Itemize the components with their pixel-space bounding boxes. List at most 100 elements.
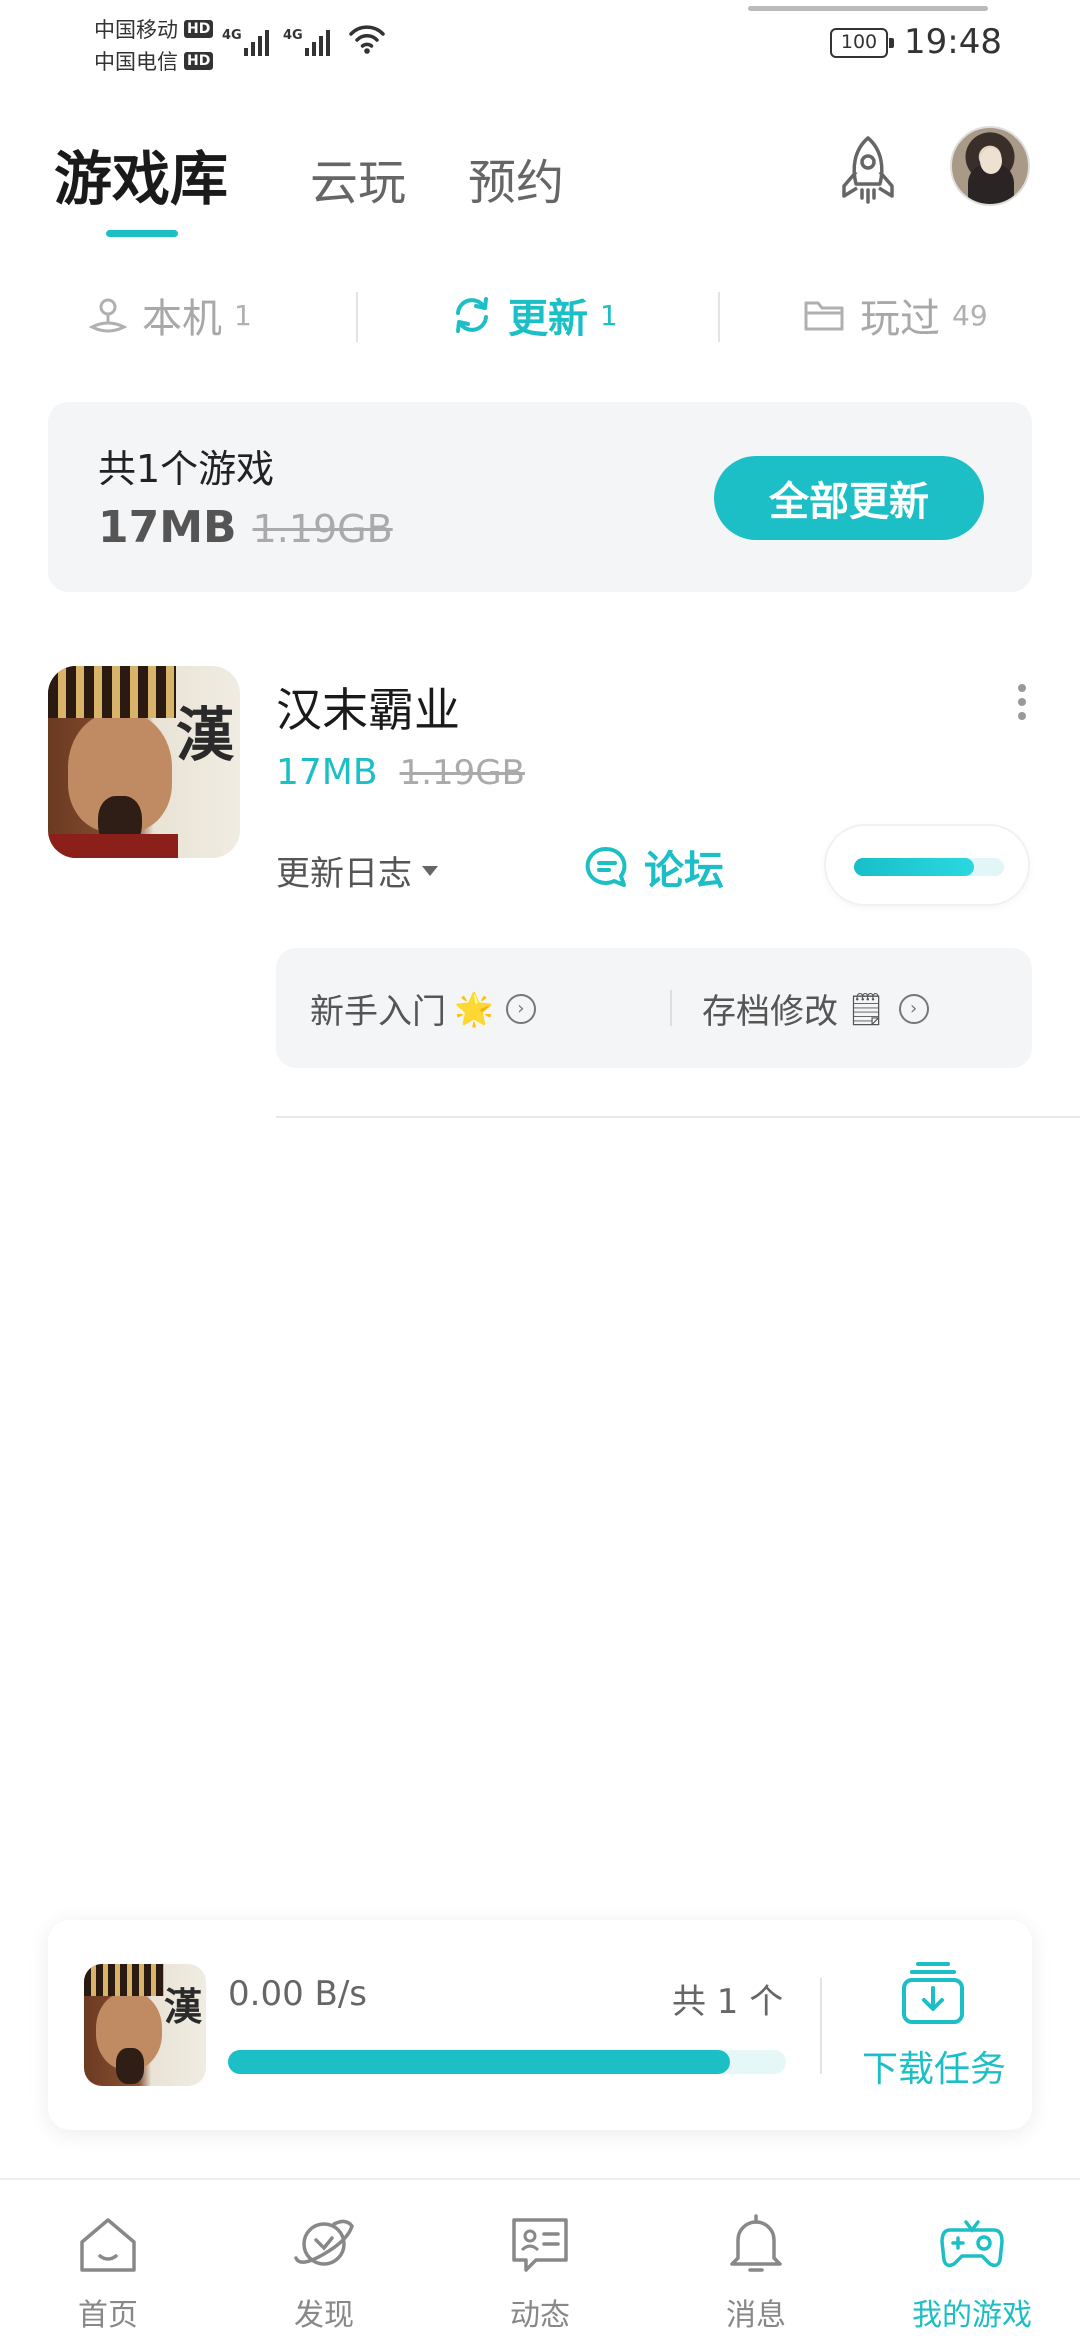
update-progress-fill (854, 858, 974, 876)
game-icon[interactable]: 漢 (48, 666, 240, 858)
wifi-icon (349, 25, 385, 54)
subtab-divider (718, 292, 720, 342)
battery-icon: 100 (830, 28, 894, 58)
game-patch-size: 17MB (276, 752, 378, 793)
signal-icon-1: 4G (222, 28, 269, 56)
guide-beginner[interactable]: 新手入门 🌟 › (310, 984, 536, 1033)
download-progress-track (228, 2050, 786, 2074)
summary-title: 共1个游戏 (98, 447, 275, 491)
game-original-size: 1.19GB (399, 753, 525, 793)
carrier-1-name: 中国移动 (94, 18, 178, 42)
gamepad-icon (940, 2220, 1004, 2268)
subtab-played[interactable]: 玩过 49 (802, 280, 988, 350)
update-all-button[interactable]: 全部更新 (714, 456, 984, 540)
tab-cloud-play[interactable]: 云玩 (310, 143, 406, 213)
summary-original-size: 1.19GB (252, 507, 393, 551)
changelog-toggle[interactable]: 更新日志 (276, 846, 438, 895)
subtab-played-label: 玩过 (860, 296, 940, 342)
subtab-played-count: 49 (952, 298, 988, 332)
gesture-bar (748, 6, 988, 11)
avatar-face (980, 148, 1002, 174)
subtab-local-label: 本机 (142, 296, 222, 342)
guide-save-edit[interactable]: 存档修改 🗒 › (702, 984, 929, 1033)
chevron-right-circle-icon: › (505, 993, 536, 1024)
subtab-divider (356, 292, 358, 342)
download-tasks-label: 下载任务 (861, 2049, 1006, 2090)
bottom-nav: 首页 发现 动态 消息 我的游戏 (0, 2178, 1080, 2340)
guide-beginner-label: 新手入门 (310, 992, 446, 1032)
hd-badge-2: HD (184, 52, 214, 70)
status-bar: 中国移动 HD 中国电信 HD 4G 4G 100 19:48 (0, 0, 1080, 90)
download-tray-icon (902, 1962, 964, 2024)
tab-reservation[interactable]: 预约 (468, 143, 564, 213)
game-icon-crown (48, 666, 176, 718)
top-tabs: 游戏库 云玩 预约 (54, 132, 626, 216)
nav-feed[interactable]: 动态 (450, 2180, 630, 2340)
download-divider (820, 1978, 822, 2074)
feed-icon (512, 2218, 568, 2272)
nav-my-games[interactable]: 我的游戏 (882, 2180, 1062, 2340)
summary-size: 17MB 1.19GB (98, 502, 393, 553)
download-tasks-button[interactable]: 下载任务 (854, 1958, 1014, 2098)
clock: 19:48 (904, 22, 1002, 62)
dl-icon-beard (116, 2048, 144, 2084)
more-options-icon[interactable] (1010, 684, 1034, 724)
forum-label: 论坛 (644, 848, 724, 894)
subtab-local[interactable]: 本机 1 (88, 280, 252, 350)
forum-chat-icon (585, 846, 627, 887)
nav-discover[interactable]: 发现 (234, 2180, 414, 2340)
battery-level: 100 (840, 31, 878, 53)
tab-game-library[interactable]: 游戏库 (54, 132, 228, 216)
dl-icon-crown (84, 1964, 164, 1996)
rocket-icon[interactable] (830, 132, 906, 208)
list-divider (276, 1116, 1080, 1118)
dl-icon-glyph: 漢 (164, 1984, 203, 2029)
nav-home-label: 首页 (78, 2298, 138, 2333)
home-icon (80, 2218, 136, 2272)
subtab-local-count: 1 (234, 298, 252, 332)
caret-down-icon (422, 865, 438, 876)
subtab-update[interactable]: 更新 1 (450, 280, 618, 350)
changelog-label: 更新日志 (276, 854, 412, 894)
network-tag-1: 4G (222, 28, 242, 43)
nav-home[interactable]: 首页 (18, 2180, 198, 2340)
carrier-2: 中国电信 HD (94, 46, 214, 76)
summary-patch-size: 17MB (98, 502, 237, 553)
carrier-1: 中国移动 HD (94, 14, 214, 44)
sub-tabs: 本机 1 更新 1 玩过 49 (0, 280, 1080, 350)
hd-badge-1: HD (184, 20, 214, 38)
game-title[interactable]: 汉末霸业 (276, 674, 460, 740)
update-progress-button[interactable] (824, 824, 1030, 906)
nav-feed-label: 动态 (510, 2298, 570, 2333)
update-progress-track (854, 858, 1004, 876)
network-tag-2: 4G (283, 28, 303, 43)
planet-icon (294, 2219, 354, 2266)
nav-discover-label: 发现 (294, 2298, 354, 2333)
star-icon: 🌟 (454, 989, 494, 1028)
download-progress-fill (228, 2050, 731, 2074)
download-speed: 0.00 B/s (228, 1974, 368, 2014)
guide-divider (670, 990, 672, 1026)
refresh-icon (456, 297, 488, 333)
game-icon-robe (48, 834, 178, 858)
chevron-right-circle-icon: › (898, 993, 929, 1024)
download-status-card[interactable]: 漢 0.00 B/s 共 1 个 下载任务 (48, 1920, 1032, 2130)
guides-card: 新手入门 🌟 › 存档修改 🗒 › (276, 948, 1032, 1068)
nav-my-games-label: 我的游戏 (912, 2298, 1032, 2333)
bell-icon (730, 2214, 782, 2272)
user-avatar[interactable] (950, 126, 1030, 206)
signal-group: 4G 4G (222, 22, 386, 56)
nav-messages-label: 消息 (726, 2298, 786, 2333)
carrier-2-name: 中国电信 (94, 50, 178, 74)
download-total: 共 1 个 (672, 1982, 784, 2022)
phone-stand-icon (88, 298, 128, 333)
active-tab-indicator (106, 230, 178, 237)
guide-save-edit-label: 存档修改 (702, 992, 838, 1032)
forum-link[interactable]: 论坛 (584, 838, 724, 896)
subtab-update-count: 1 (600, 298, 618, 332)
folder-icon (804, 301, 844, 331)
nav-messages[interactable]: 消息 (666, 2180, 846, 2340)
subtab-update-label: 更新 (508, 296, 588, 342)
signal-icon-2: 4G (283, 28, 330, 56)
notepad-icon: 🗒 (846, 989, 887, 1028)
